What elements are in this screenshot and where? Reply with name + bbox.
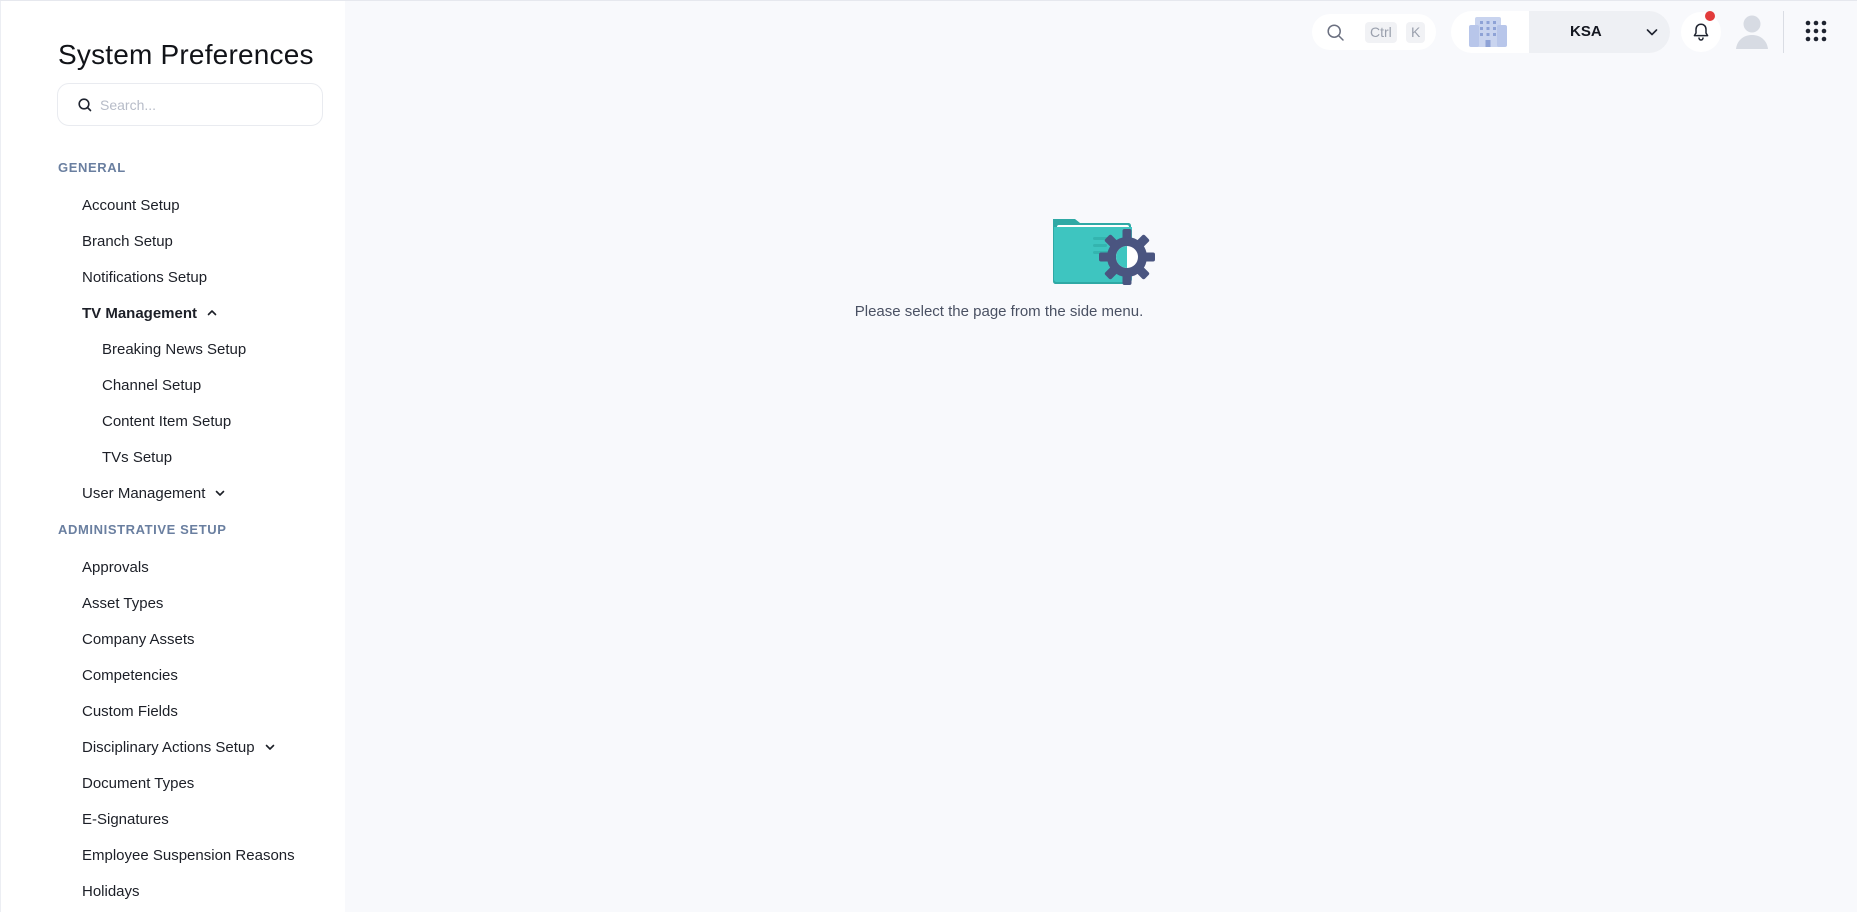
page-title: System Preferences (58, 39, 314, 70)
search-icon (1327, 24, 1344, 41)
company-select-value: KSA (1570, 23, 1602, 40)
company-switcher[interactable]: KSA (1451, 11, 1670, 53)
empty-state-message: Please select the page from the side men… (854, 303, 1144, 320)
sidebar-item-label: Channel Setup (102, 376, 202, 394)
search-icon (78, 98, 92, 112)
sidebar-item-disciplinary-actions-setup[interactable]: Disciplinary Actions Setup (82, 735, 277, 759)
sidebar-item-breaking-news-setup[interactable]: Breaking News Setup (102, 337, 246, 361)
global-search-button[interactable]: Ctrl K (1312, 14, 1436, 50)
sidebar-item-label: Custom Fields (82, 702, 178, 720)
sidebar-item-label: Asset Types (82, 594, 164, 612)
sidebar-item-tvs-setup[interactable]: TVs Setup (102, 445, 172, 469)
folder-gear-icon (1053, 219, 1155, 285)
app-window: System Preferences GENERAL Account Setup… (0, 0, 1857, 912)
sidebar-item-label: TV Management (82, 304, 198, 322)
chevron-down-icon (216, 490, 225, 496)
sidebar-item-account-setup[interactable]: Account Setup (82, 193, 180, 217)
sidebar-item-tv-management[interactable]: TV Management (82, 301, 219, 325)
sidebar-item-company-assets[interactable]: Company Assets (82, 627, 195, 651)
sidebar-item-label: Notifications Setup (82, 268, 208, 286)
main-content: Ctrl K KSA Please select the page from t… (345, 1, 1857, 912)
sidebar-item-label: Approvals (82, 558, 149, 576)
chevron-up-icon (207, 310, 217, 316)
sidebar-item-label: Account Setup (82, 196, 180, 214)
section-label-administrative-setup: ADMINISTRATIVE SETUP (58, 522, 227, 537)
shortcut-key-k: K (1406, 22, 1426, 43)
sidebar-item-notifications-setup[interactable]: Notifications Setup (82, 265, 207, 289)
sidebar-item-label: Competencies (82, 666, 178, 684)
sidebar-item-document-types[interactable]: Document Types (82, 771, 194, 795)
sidebar-item-custom-fields[interactable]: Custom Fields (82, 699, 178, 723)
sidebar-item-label: User Management (82, 484, 206, 502)
sidebar-item-user-management[interactable]: User Management (82, 481, 227, 505)
section-label-general: GENERAL (58, 160, 126, 175)
sidebar-item-label: Branch Setup (82, 232, 173, 250)
sidebar-item-label: Disciplinary Actions Setup (82, 738, 255, 756)
chevron-down-icon (265, 744, 274, 750)
sidebar-item-competencies[interactable]: Competencies (82, 663, 178, 687)
topbar-divider (1783, 11, 1784, 53)
sidebar-item-holidays[interactable]: Holidays (82, 879, 140, 903)
shortcut-key-ctrl: Ctrl (1365, 22, 1397, 43)
notifications-button[interactable] (1681, 12, 1721, 52)
sidebar-item-label: Holidays (82, 882, 140, 900)
sidebar-item-label: Content Item Setup (102, 412, 232, 430)
sidebar-item-label: E-Signatures (82, 810, 169, 828)
sidebar-item-label: Employee Suspension Reasons (82, 846, 295, 864)
sidebar-item-label: Company Assets (82, 630, 195, 648)
sidebar-item-channel-setup[interactable]: Channel Setup (102, 373, 201, 397)
sidebar-item-asset-types[interactable]: Asset Types (82, 591, 163, 615)
sidebar-item-e-signatures[interactable]: E-Signatures (82, 807, 169, 831)
apps-grid-icon[interactable] (1804, 19, 1828, 43)
sidebar: System Preferences GENERAL Account Setup… (0, 1, 345, 912)
sidebar-item-approvals[interactable]: Approvals (82, 555, 149, 579)
notification-badge (1705, 11, 1715, 21)
sidebar-item-label: Document Types (82, 774, 195, 792)
sidebar-item-content-item-setup[interactable]: Content Item Setup (102, 409, 231, 433)
bell-icon (1693, 23, 1709, 41)
building-icon (1469, 17, 1507, 47)
sidebar-search-input[interactable] (100, 94, 310, 116)
sidebar-item-employee-suspension-reasons[interactable]: Employee Suspension Reasons (82, 843, 295, 867)
company-select[interactable]: KSA (1529, 11, 1670, 53)
sidebar-search[interactable] (57, 83, 323, 126)
sidebar-item-label: Breaking News Setup (102, 340, 247, 358)
chevron-down-icon (1646, 29, 1658, 36)
sidebar-item-branch-setup[interactable]: Branch Setup (82, 229, 173, 253)
sidebar-item-label: TVs Setup (102, 448, 173, 466)
avatar-icon[interactable] (1732, 11, 1772, 51)
